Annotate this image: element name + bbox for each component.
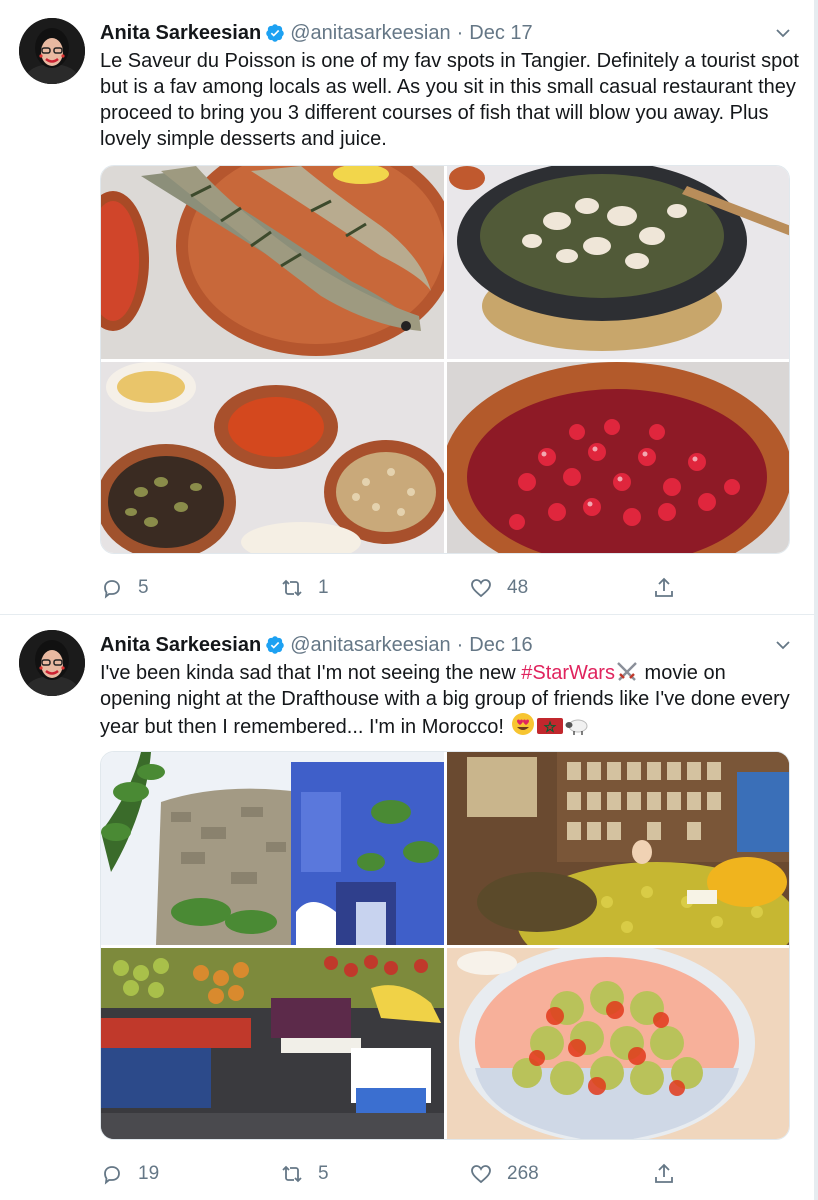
media-grid[interactable] (100, 751, 790, 1140)
tweet-date[interactable]: Dec 16 (469, 634, 532, 657)
avatar[interactable] (19, 630, 85, 696)
timeline-border (814, 0, 818, 1200)
avatar[interactable] (19, 18, 85, 84)
retweet-count: 1 (318, 577, 329, 598)
olives-nuts-dips-photo[interactable] (101, 362, 444, 553)
like-count: 268 (507, 1163, 539, 1184)
share-icon (655, 1163, 673, 1183)
retweet-icon (282, 1165, 302, 1183)
reply-button[interactable]: 19 (100, 1159, 159, 1189)
author-name[interactable]: Anita Sarkeesian (100, 22, 261, 45)
reply-count: 5 (138, 577, 149, 598)
retweet-count: 5 (318, 1163, 329, 1184)
author-handle[interactable]: @anitasarkeesian (290, 22, 450, 45)
chevron-down-icon[interactable] (774, 24, 792, 42)
like-button[interactable]: 48 (469, 573, 528, 603)
author-handle[interactable]: @anitasarkeesian (290, 634, 450, 657)
tweet-header: Anita Sarkeesian @anitasarkeesian · Dec … (100, 18, 533, 48)
tweet-text: Le Saveur du Poisson is one of my fav sp… (100, 50, 799, 150)
reply-count: 19 (138, 1163, 160, 1184)
chevron-down-icon[interactable] (774, 636, 792, 654)
tweet-text: I've been kinda sad that I'm not seeing … (100, 660, 800, 740)
blue-courtyard-photo[interactable] (101, 752, 444, 945)
share-button[interactable] (652, 1159, 690, 1189)
retweet-button[interactable]: 5 (280, 1159, 329, 1189)
spice-shop-olives-photo[interactable] (447, 752, 789, 945)
heart-icon (471, 1165, 491, 1184)
sheep-emoji (565, 719, 588, 735)
fish-tagine-photo[interactable] (447, 166, 789, 359)
grilled-fish-photo[interactable] (101, 166, 444, 359)
retweet-icon (282, 579, 302, 597)
olives-bowl-photo[interactable] (447, 948, 789, 1139)
tweet-header: Anita Sarkeesian @anitasarkeesian · Dec … (100, 630, 533, 660)
pomegranate-dessert-photo[interactable] (447, 362, 789, 553)
tweet-actions: 19 5 268 (100, 1159, 700, 1189)
heart-icon (471, 579, 491, 598)
hashtag-link[interactable]: #StarWars (521, 662, 615, 684)
author-name[interactable]: Anita Sarkeesian (100, 634, 261, 657)
tweet-date[interactable]: Dec 17 (469, 22, 532, 45)
retweet-button[interactable]: 1 (280, 573, 329, 603)
morocco-flag-emoji (536, 718, 563, 734)
tweet[interactable]: Anita Sarkeesian @anitasarkeesian · Dec … (0, 615, 814, 1200)
reply-icon (104, 1166, 120, 1185)
tweet-text-part: I've been kinda sad that I'm not seeing … (100, 662, 522, 684)
fruit-market-photo[interactable] (101, 948, 444, 1139)
share-icon (655, 577, 673, 597)
tweet-actions: 5 1 48 (100, 573, 700, 603)
share-button[interactable] (652, 573, 690, 603)
separator: · (456, 633, 464, 656)
separator: · (456, 21, 464, 44)
media-grid[interactable] (100, 165, 790, 554)
reply-button[interactable]: 5 (100, 573, 149, 603)
like-button[interactable]: 268 (469, 1159, 539, 1189)
tweet[interactable]: Anita Sarkeesian @anitasarkeesian · Dec … (0, 0, 814, 615)
heart-eyes-emoji (511, 713, 534, 735)
crossed-swords-emoji (617, 662, 637, 681)
like-count: 48 (507, 577, 529, 598)
verified-badge-icon (266, 636, 284, 654)
verified-badge-icon (266, 24, 284, 42)
reply-icon (104, 580, 120, 599)
